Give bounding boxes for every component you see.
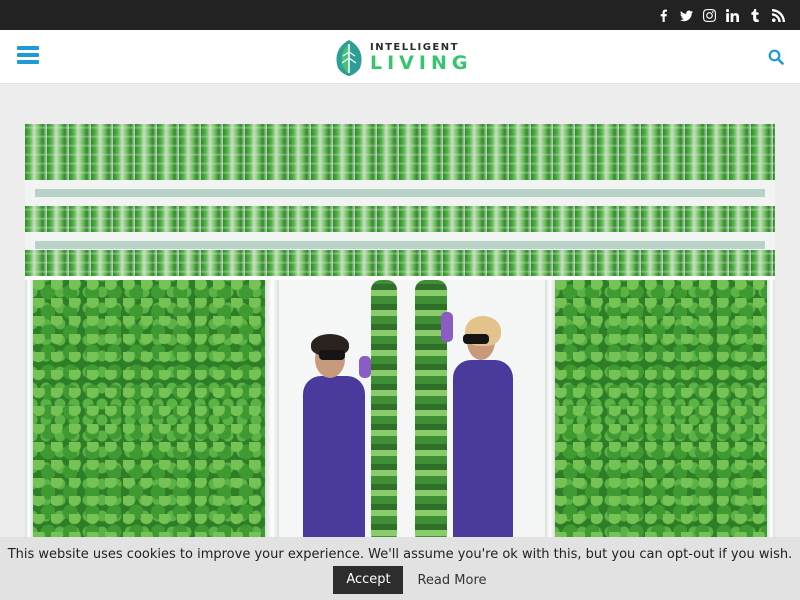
accept-button[interactable]: Accept [333,566,404,594]
plant-rack-row [25,250,775,306]
leaf-logo-icon [336,40,362,76]
instagram-icon[interactable] [702,8,717,23]
worker-left [295,330,375,544]
site-logo[interactable]: INTELLIGENT LIVING [332,38,472,78]
plant-wall-right [555,280,767,544]
hamburger-menu-icon[interactable] [17,46,39,66]
twitter-icon[interactable] [679,8,694,23]
rack-rail [25,180,775,206]
cookie-message: This website uses cookies to improve you… [7,547,793,562]
hero-image[interactable] [25,124,775,544]
social-bar [0,0,800,30]
linkedin-icon[interactable] [725,8,740,23]
plant-wall-left [33,280,265,544]
logo-bottom-text: LIVING [370,52,473,74]
read-more-link[interactable]: Read More [417,573,486,588]
tumblr-icon[interactable] [748,8,763,23]
site-header: INTELLIGENT LIVING [0,30,800,84]
plant-rack-row [25,124,775,180]
rss-icon[interactable] [771,8,786,23]
search-icon[interactable] [768,49,784,65]
facebook-icon[interactable] [656,8,671,23]
grow-room [25,280,775,544]
cookie-consent-bar: This website uses cookies to improve you… [0,537,800,600]
worker-right [441,310,521,544]
